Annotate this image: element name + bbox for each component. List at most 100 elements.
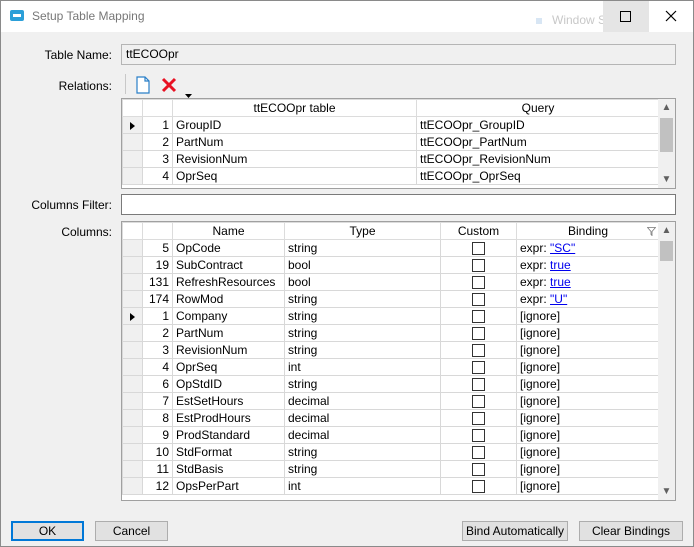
relation-query-cell[interactable]: ttECOOpr_PartNum [416, 133, 660, 151]
column-type-cell[interactable]: string [284, 290, 441, 308]
column-custom-cell[interactable] [440, 375, 517, 393]
custom-checkbox[interactable] [472, 327, 485, 341]
delete-relation-button[interactable] [161, 77, 177, 96]
relations-query-header[interactable]: Query [416, 99, 660, 117]
column-row[interactable]: 12 OpsPerPart int [ignore] [122, 477, 660, 495]
column-name-cell[interactable]: OpsPerPart [172, 477, 285, 495]
row-selector[interactable] [122, 256, 143, 274]
column-row[interactable]: 4 OprSeq int [ignore] [122, 358, 660, 376]
row-selector[interactable] [122, 324, 143, 342]
columns-grid[interactable]: Name Type Custom Binding 5 OpCode string ex… [121, 221, 676, 501]
row-selector[interactable] [122, 426, 143, 444]
column-type-cell[interactable]: string [284, 307, 441, 325]
column-custom-cell[interactable] [440, 307, 517, 325]
row-selector[interactable] [122, 150, 143, 168]
row-selector[interactable] [122, 358, 143, 376]
column-custom-cell[interactable] [440, 358, 517, 376]
columns-custom-header[interactable]: Custom [440, 222, 517, 240]
column-binding-cell[interactable]: [ignore] [516, 392, 660, 410]
filter-icon[interactable] [647, 227, 656, 236]
relation-query-cell[interactable]: ttECOOpr_OprSeq [416, 167, 660, 185]
relation-row[interactable]: 1 GroupID ttECOOpr_GroupID [122, 116, 660, 134]
column-type-cell[interactable]: string [284, 443, 441, 461]
column-type-cell[interactable]: bool [284, 273, 441, 291]
relations-table-header[interactable]: ttECOOpr table [172, 99, 417, 117]
column-name-cell[interactable]: RevisionNum [172, 341, 285, 359]
relation-table-cell[interactable]: GroupID [172, 116, 417, 134]
columns-scrollbar[interactable]: ▲ ▼ [658, 222, 675, 500]
scroll-up-icon[interactable]: ▲ [658, 99, 675, 116]
custom-checkbox[interactable] [472, 378, 485, 392]
custom-checkbox[interactable] [472, 480, 485, 494]
row-selector[interactable] [122, 239, 143, 257]
custom-checkbox[interactable] [472, 463, 485, 477]
column-binding-cell[interactable]: [ignore] [516, 375, 660, 393]
column-binding-cell[interactable]: [ignore] [516, 426, 660, 444]
column-row[interactable]: 7 EstSetHours decimal [ignore] [122, 392, 660, 410]
custom-checkbox[interactable] [472, 395, 485, 409]
column-custom-cell[interactable] [440, 392, 517, 410]
column-custom-cell[interactable] [440, 324, 517, 342]
row-selector[interactable] [122, 116, 143, 134]
column-row[interactable]: 174 RowMod string expr: "U" [122, 290, 660, 308]
new-relation-button[interactable] [135, 76, 151, 97]
scroll-down-icon[interactable]: ▼ [658, 483, 675, 500]
relations-scroll-thumb[interactable] [660, 118, 673, 152]
column-name-cell[interactable]: SubContract [172, 256, 285, 274]
column-name-cell[interactable]: Company [172, 307, 285, 325]
bind-automatically-button[interactable]: Bind Automatically [462, 521, 568, 541]
column-row[interactable]: 5 OpCode string expr: "SC" [122, 239, 660, 257]
column-binding-cell[interactable]: [ignore] [516, 307, 660, 325]
custom-checkbox[interactable] [472, 429, 485, 443]
column-row[interactable]: 1 Company string [ignore] [122, 307, 660, 325]
row-selector[interactable] [122, 477, 143, 495]
row-selector[interactable] [122, 392, 143, 410]
column-custom-cell[interactable] [440, 426, 517, 444]
row-selector[interactable] [122, 273, 143, 291]
column-custom-cell[interactable] [440, 443, 517, 461]
column-type-cell[interactable]: bool [284, 256, 441, 274]
column-row[interactable]: 10 StdFormat string [ignore] [122, 443, 660, 461]
column-name-cell[interactable]: ProdStandard [172, 426, 285, 444]
column-name-cell[interactable]: EstSetHours [172, 392, 285, 410]
custom-checkbox[interactable] [472, 242, 485, 256]
row-selector[interactable] [122, 167, 143, 185]
column-binding-cell[interactable]: expr: true [516, 273, 660, 291]
scroll-down-icon[interactable]: ▼ [658, 171, 675, 188]
column-binding-cell[interactable]: [ignore] [516, 341, 660, 359]
custom-checkbox[interactable] [472, 259, 485, 273]
scroll-up-icon[interactable]: ▲ [658, 222, 675, 239]
table-name-field[interactable]: ttECOOpr [121, 44, 676, 65]
row-selector[interactable] [122, 375, 143, 393]
column-name-cell[interactable]: PartNum [172, 324, 285, 342]
column-row[interactable]: 19 SubContract bool expr: true [122, 256, 660, 274]
columns-scroll-thumb[interactable] [660, 241, 673, 261]
column-binding-cell[interactable]: [ignore] [516, 409, 660, 427]
binding-expression-link[interactable]: "U" [550, 292, 567, 306]
column-name-cell[interactable]: OprSeq [172, 358, 285, 376]
columns-name-header[interactable]: Name [172, 222, 285, 240]
column-row[interactable]: 131 RefreshResources bool expr: true [122, 273, 660, 291]
column-binding-cell[interactable]: [ignore] [516, 324, 660, 342]
relation-query-cell[interactable]: ttECOOpr_GroupID [416, 116, 660, 134]
relation-query-cell[interactable]: ttECOOpr_RevisionNum [416, 150, 660, 168]
clear-bindings-button[interactable]: Clear Bindings [579, 521, 683, 541]
row-selector[interactable] [122, 409, 143, 427]
column-custom-cell[interactable] [440, 341, 517, 359]
relation-row[interactable]: 4 OprSeq ttECOOpr_OprSeq [122, 167, 660, 185]
custom-checkbox[interactable] [472, 446, 485, 460]
custom-checkbox[interactable] [472, 310, 485, 324]
column-binding-cell[interactable]: [ignore] [516, 477, 660, 495]
column-row[interactable]: 6 OpStdID string [ignore] [122, 375, 660, 393]
binding-expression-link[interactable]: true [550, 275, 571, 289]
relations-grid[interactable]: ttECOOpr table Query 1 GroupID ttECOOpr_Gr… [121, 98, 676, 189]
cancel-button[interactable]: Cancel [95, 521, 168, 541]
relations-scrollbar[interactable]: ▲ ▼ [658, 99, 675, 188]
close-button[interactable] [649, 1, 693, 32]
column-binding-cell[interactable]: expr: "U" [516, 290, 660, 308]
column-row[interactable]: 2 PartNum string [ignore] [122, 324, 660, 342]
maximize-button[interactable] [603, 1, 649, 32]
column-custom-cell[interactable] [440, 460, 517, 478]
relation-table-cell[interactable]: RevisionNum [172, 150, 417, 168]
ok-button[interactable]: OK [11, 521, 84, 541]
